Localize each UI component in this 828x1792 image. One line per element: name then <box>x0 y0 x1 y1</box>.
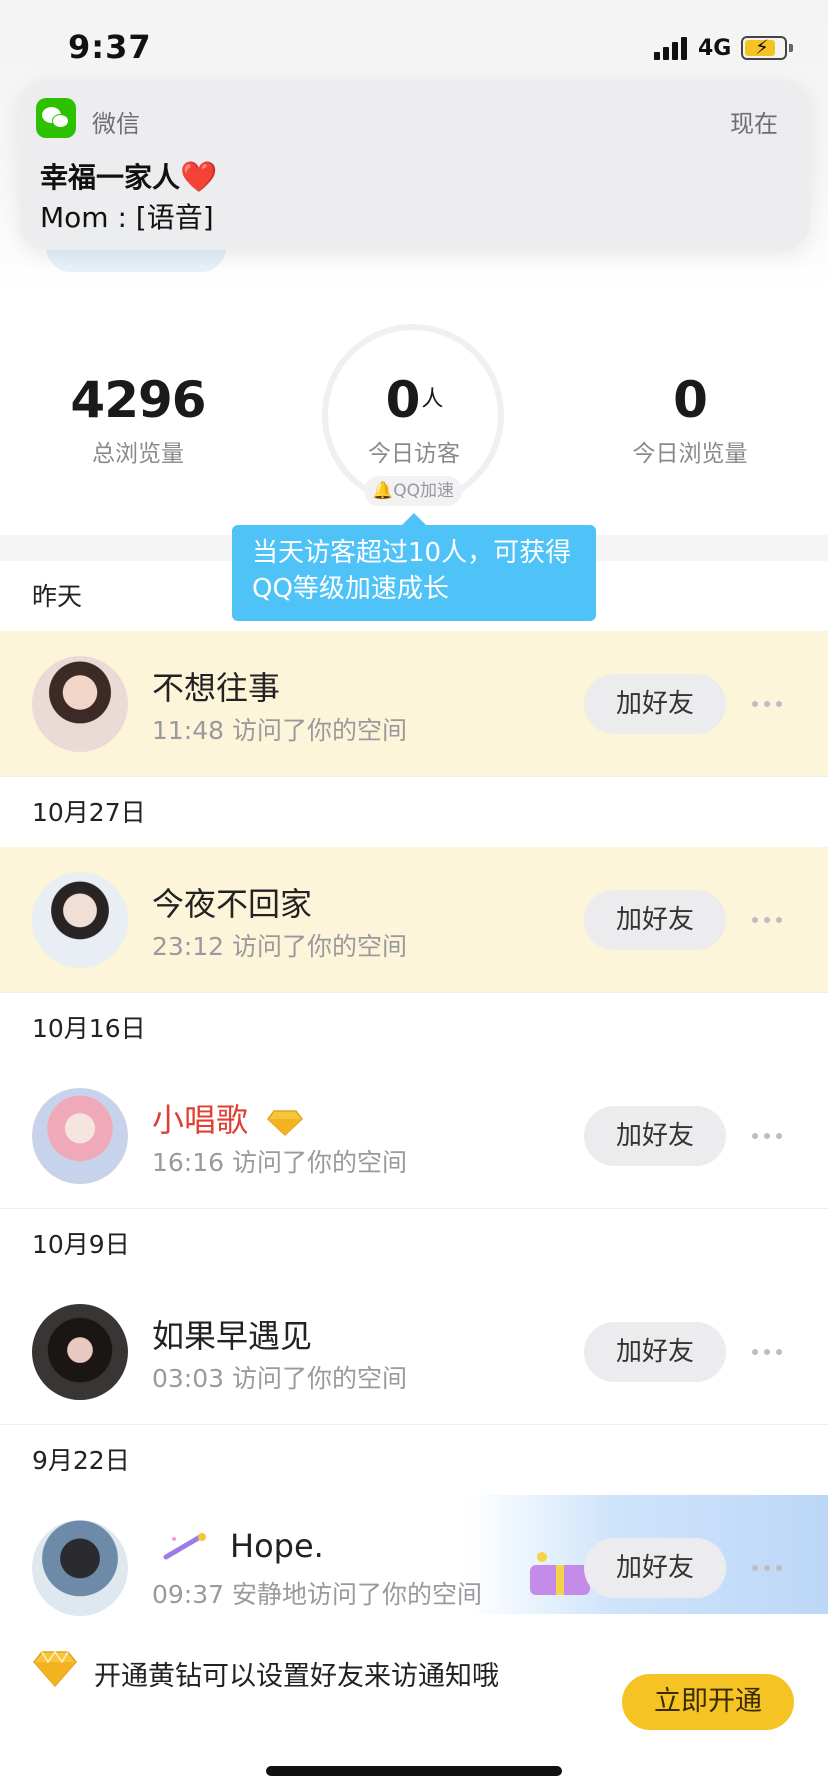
more-options-icon[interactable] <box>752 1553 788 1581</box>
visitor-stats: 4296 总浏览量 0人 今日访客 🔔QQ加速 0 今日浏览量 <box>0 290 828 535</box>
magic-wand-icon <box>163 1533 206 1560</box>
avatar[interactable] <box>32 1088 128 1184</box>
today-views-stat[interactable]: 0 今日浏览量 <box>590 370 790 468</box>
promo-text: 开通黄钻可以设置好友来访通知哦 <box>94 1661 499 1692</box>
visitor-name[interactable]: 不想往事 <box>152 663 280 709</box>
notification-title: 幸福一家人❤️ <box>40 156 217 196</box>
visitor-name[interactable]: Hope. <box>230 1527 324 1565</box>
qq-boost-label: QQ加速 <box>393 481 454 501</box>
yellow-diamond-vip-icon <box>267 1110 304 1137</box>
visit-time: 11:48 访问了你的空间 <box>152 716 407 745</box>
today-visitors-value-wrap: 0人 <box>314 370 514 430</box>
battery-cap <box>789 44 793 52</box>
heart-icon: ❤️ <box>180 160 218 195</box>
visit-time: 09:37 安静地访问了你的空间 <box>152 1580 482 1609</box>
yellow-diamond-icon <box>33 1650 77 1688</box>
qq-boost-tooltip: 当天访客超过10人，可获得QQ等级加速成长 <box>232 513 596 621</box>
avatar[interactable] <box>32 1304 128 1400</box>
date-header: 10月16日 <box>0 993 828 1063</box>
bell-icon: 🔔 <box>372 481 394 501</box>
visitor-name: 小唱歌 <box>152 1101 249 1139</box>
total-views-value: 4296 <box>70 371 206 429</box>
qq-boost-badge[interactable]: 🔔QQ加速 <box>364 476 462 506</box>
add-friend-button[interactable]: 加好友 <box>584 1322 726 1382</box>
date-header: 9月22日 <box>0 1425 828 1495</box>
visitor-list: 昨天 不想往事 11:48 访问了你的空间 加好友 10月27日 今夜不回家 2… <box>0 561 828 1641</box>
visitor-row[interactable]: Hope. 09:37 安静地访问了你的空间 加好友 <box>0 1495 828 1641</box>
today-views-label: 今日浏览量 <box>632 441 748 467</box>
avatar[interactable] <box>32 1520 128 1616</box>
today-visitors-label: 今日访客 <box>368 441 460 467</box>
more-options-icon[interactable] <box>752 1121 788 1149</box>
visit-time: 03:03 访问了你的空间 <box>152 1364 407 1393</box>
status-bar: 9:37 4G ⚡ <box>0 0 828 80</box>
activate-now-button[interactable]: 立即开通 <box>622 1674 794 1730</box>
more-options-icon[interactable] <box>752 905 788 933</box>
notification-app-name: 微信 <box>92 110 140 138</box>
wechat-icon <box>36 98 76 138</box>
today-visitors-unit: 人 <box>421 387 443 412</box>
avatar[interactable] <box>32 656 128 752</box>
today-visitors-stat[interactable]: 0人 今日访客 <box>314 370 514 468</box>
total-views-stat[interactable]: 4296 总浏览量 <box>38 370 238 468</box>
today-visitors-value: 0 <box>385 371 421 429</box>
more-options-icon[interactable] <box>752 689 788 717</box>
today-views-value: 0 <box>673 371 708 429</box>
total-views-label: 总浏览量 <box>92 441 184 467</box>
visit-time: 16:16 访问了你的空间 <box>152 1148 407 1177</box>
add-friend-button[interactable]: 加好友 <box>584 890 726 950</box>
notification-title-text: 幸福一家人 <box>40 161 181 194</box>
notification-body: Mom : [语音] <box>40 201 214 234</box>
date-header: 10月27日 <box>0 777 828 847</box>
visitor-name[interactable]: 如果早遇见 <box>152 1311 312 1357</box>
network-type: 4G <box>698 36 732 61</box>
visit-time: 23:12 访问了你的空间 <box>152 932 407 961</box>
home-indicator[interactable] <box>266 1766 562 1776</box>
avatar[interactable] <box>32 872 128 968</box>
notification-banner[interactable]: 微信 现在 幸福一家人❤️ Mom : [语音] <box>20 80 810 250</box>
visitor-name-wrap[interactable]: 小唱歌 <box>152 1095 304 1141</box>
date-header: 10月9日 <box>0 1209 828 1279</box>
visitor-name[interactable]: 今夜不回家 <box>152 879 312 925</box>
visitor-row[interactable]: 小唱歌 16:16 访问了你的空间 加好友 <box>0 1063 828 1209</box>
visitor-row[interactable]: 不想往事 11:48 访问了你的空间 加好友 <box>0 631 828 777</box>
visitor-row[interactable]: 如果早遇见 03:03 访问了你的空间 加好友 <box>0 1279 828 1425</box>
cellular-signal-icon <box>654 36 688 60</box>
more-options-icon[interactable] <box>752 1337 788 1365</box>
notification-time: 现在 <box>730 110 778 138</box>
status-time: 9:37 <box>68 28 152 66</box>
battery-icon: ⚡ <box>741 35 787 60</box>
add-friend-button[interactable]: 加好友 <box>584 674 726 734</box>
add-friend-button[interactable]: 加好友 <box>584 1538 726 1598</box>
add-friend-button[interactable]: 加好友 <box>584 1106 726 1166</box>
visitor-row[interactable]: 今夜不回家 23:12 访问了你的空间 加好友 <box>0 847 828 993</box>
